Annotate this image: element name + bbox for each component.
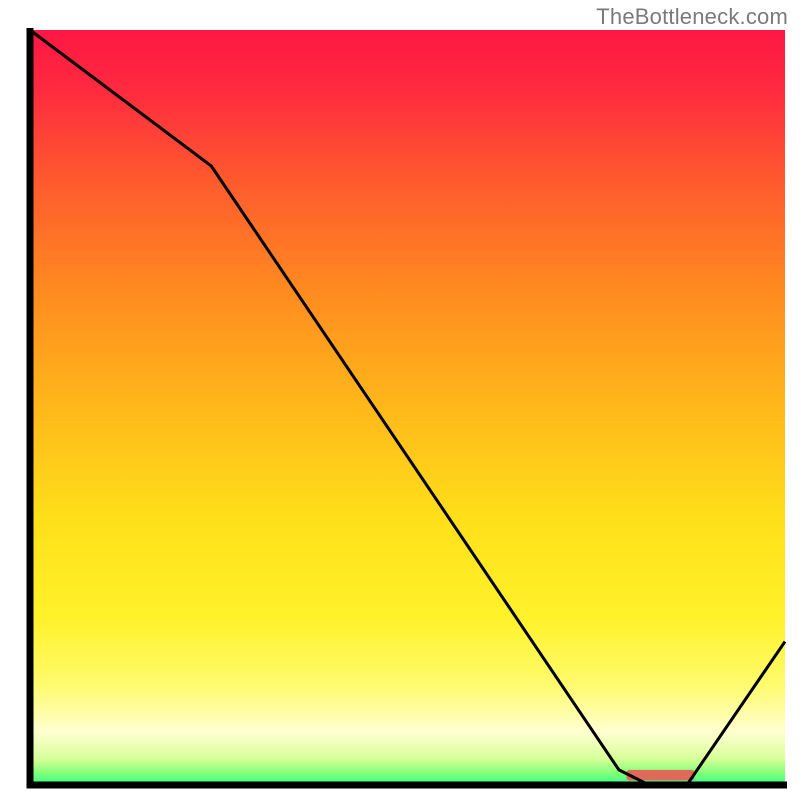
plot-background <box>30 30 785 785</box>
bottleneck-chart <box>0 0 800 800</box>
